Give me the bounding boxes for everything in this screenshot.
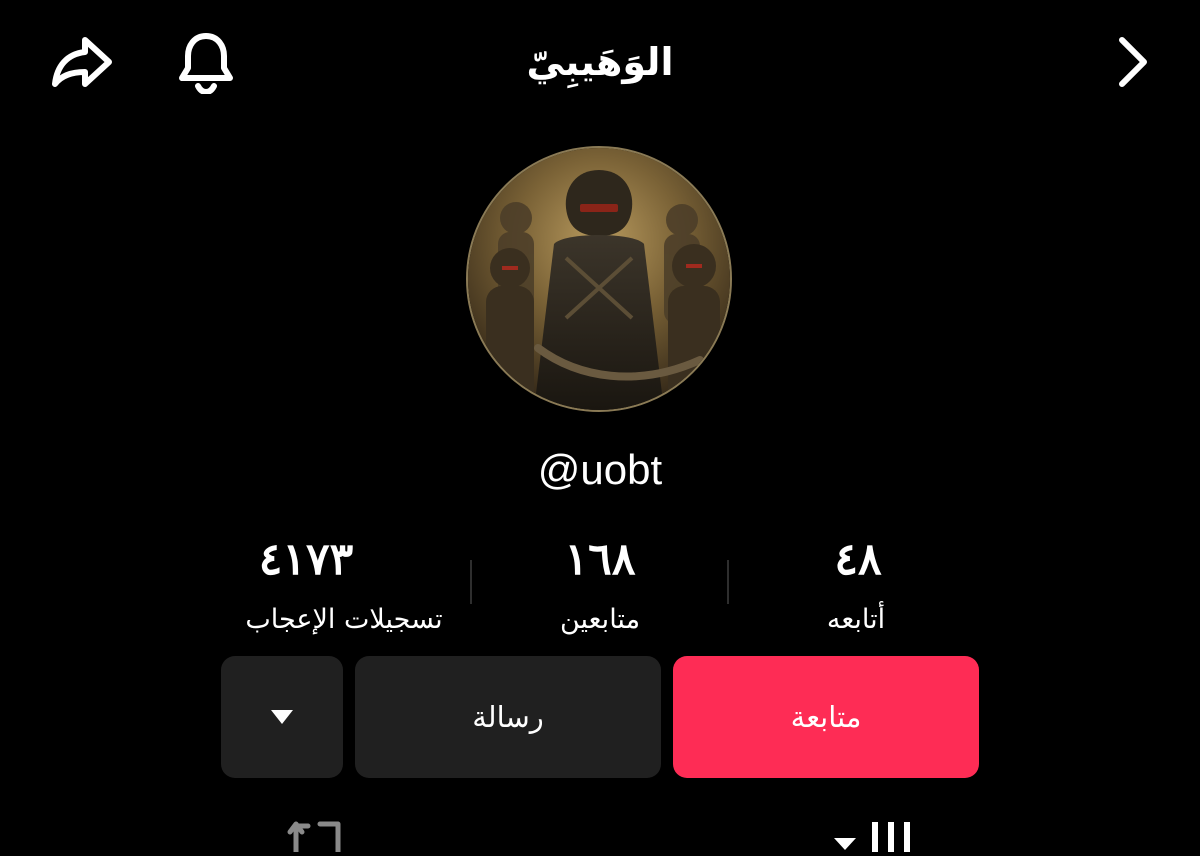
share-icon[interactable]	[46, 26, 118, 98]
caret-down-icon	[271, 710, 293, 724]
following-count[interactable]: ٤٨	[708, 532, 1008, 588]
videos-tab[interactable]	[830, 812, 922, 852]
bell-icon[interactable]	[170, 26, 242, 98]
avatar[interactable]	[466, 146, 732, 412]
page-title: الوَهَيبِيّ	[526, 40, 674, 84]
following-label[interactable]: أتابعه	[696, 598, 1016, 642]
message-button-label: رسالة	[472, 700, 544, 734]
video-grid-icon	[834, 822, 910, 852]
repost-tab[interactable]	[286, 812, 350, 855]
more-options-button[interactable]	[221, 656, 343, 778]
followers-count[interactable]: ١٦٨	[450, 532, 750, 588]
likes-count: ٤١٧٣	[258, 534, 354, 585]
chevron-right-icon[interactable]	[1096, 26, 1168, 98]
avatar-image	[468, 148, 730, 410]
message-button[interactable]: رسالة	[355, 656, 661, 778]
repost-icon	[287, 821, 341, 855]
follow-button[interactable]: متابعة	[673, 656, 979, 778]
username-handle: @uobt	[537, 446, 663, 493]
follow-button-label: متابعة	[790, 700, 862, 734]
